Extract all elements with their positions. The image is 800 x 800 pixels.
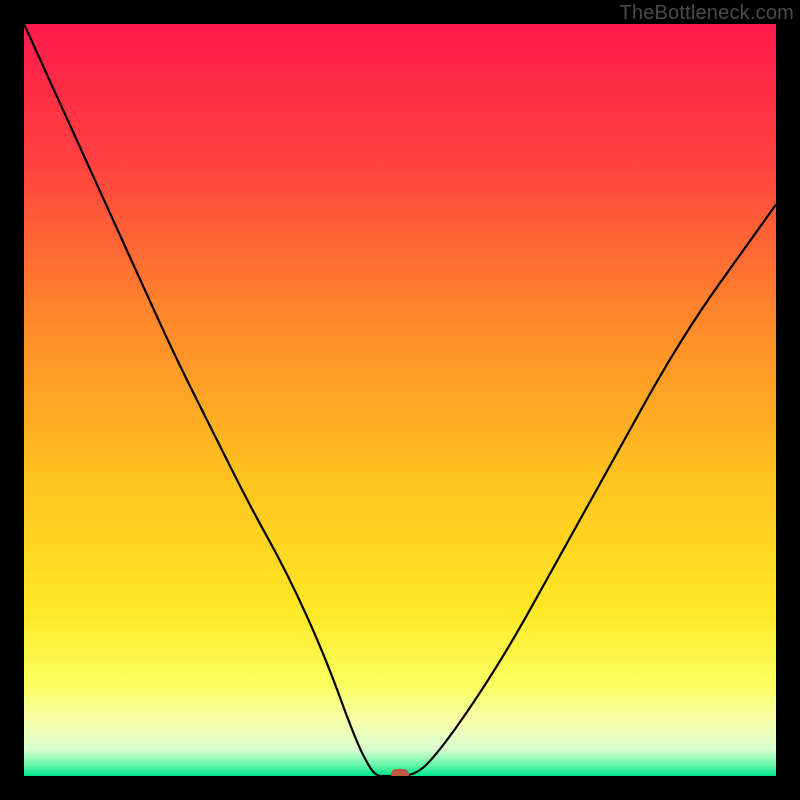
chart-frame: TheBottleneck.com <box>0 0 800 800</box>
bottleneck-chart <box>24 24 776 776</box>
gradient-background <box>24 24 776 776</box>
watermark-text: TheBottleneck.com <box>619 2 794 25</box>
optimal-marker <box>391 769 409 776</box>
